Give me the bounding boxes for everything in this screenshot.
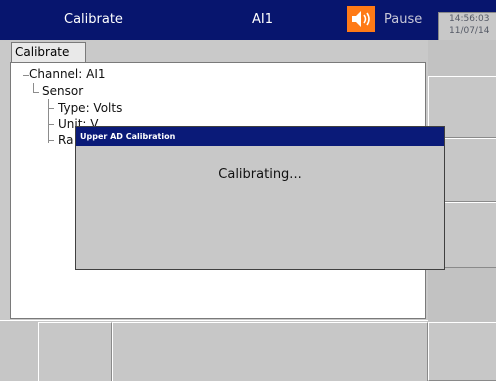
tree-connector [48, 124, 54, 125]
clock: 14:56:03 11/07/14 [438, 12, 496, 40]
calibration-dialog: Upper AD Calibration Calibrating... [75, 126, 445, 270]
tree-item-type[interactable]: Type: Volts [58, 100, 122, 116]
screen-title: Calibrate [64, 12, 123, 27]
channel-label: AI1 [252, 12, 273, 27]
tree-connector [48, 108, 54, 109]
side-button-4[interactable] [428, 322, 496, 381]
bottom-button-1[interactable] [38, 322, 112, 381]
tree-connector [48, 140, 54, 141]
clock-time: 14:56:03 [449, 14, 490, 24]
clock-date: 11/07/14 [449, 26, 490, 36]
dialog-titlebar: Upper AD Calibration [76, 127, 444, 146]
tree-item-sensor[interactable]: Sensor [42, 83, 83, 99]
tree-connector [48, 99, 49, 143]
speaker-icon[interactable] [347, 6, 375, 32]
tree-connector [33, 92, 39, 93]
dialog-title: Upper AD Calibration [80, 132, 176, 141]
tree-item-channel[interactable]: Channel: AI1 [29, 66, 106, 82]
dialog-message: Calibrating... [218, 167, 302, 182]
status-label: Pause [384, 12, 423, 27]
header-bar: Calibrate AI1 Pause 14:56:03 11/07/14 [0, 0, 496, 40]
tab-calibrate[interactable]: Calibrate [11, 42, 86, 62]
tree-item-range[interactable]: Ra [58, 132, 73, 148]
bottom-button-2[interactable] [112, 322, 428, 381]
